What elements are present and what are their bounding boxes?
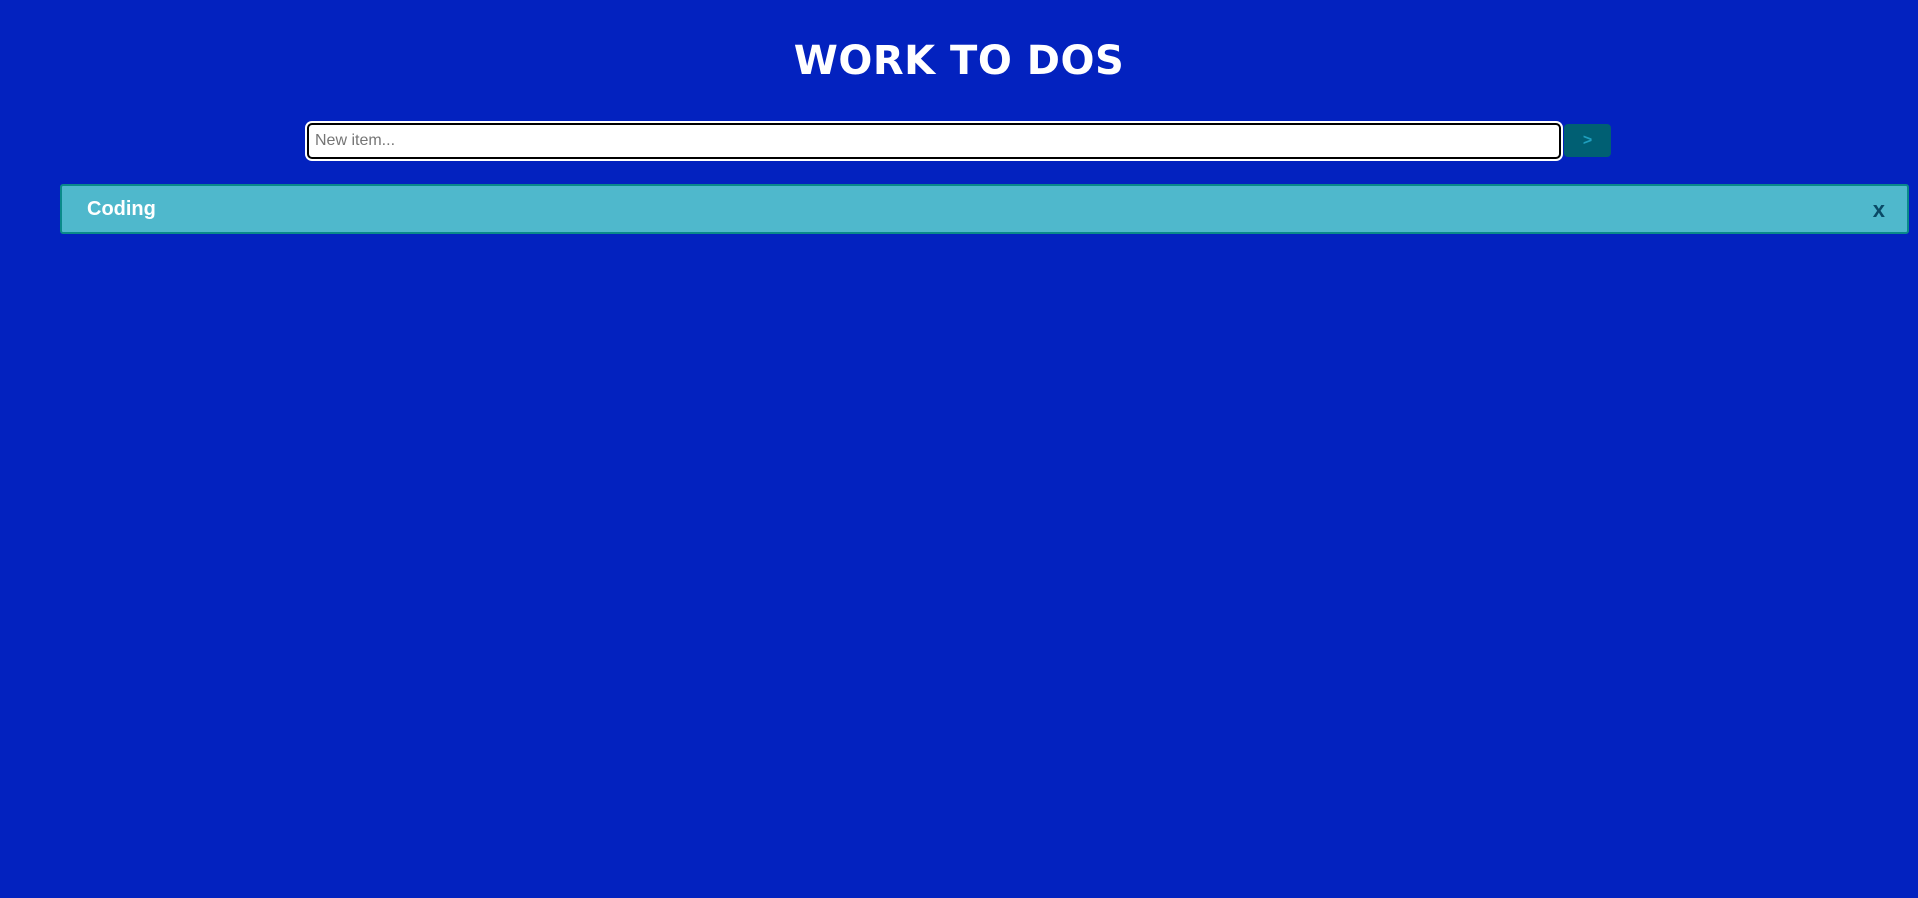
page-title: WORK TO DOS [793, 38, 1125, 84]
new-item-form: > [307, 123, 1611, 159]
new-item-input[interactable] [307, 123, 1561, 159]
delete-item-button[interactable]: x [1873, 186, 1885, 234]
todo-item-label: Coding [87, 198, 156, 220]
todo-list: Coding x [60, 184, 1909, 234]
page: WORK TO DOS > Coding x [0, 0, 1918, 898]
todo-item[interactable]: Coding x [60, 184, 1909, 234]
add-item-button[interactable]: > [1564, 124, 1611, 157]
